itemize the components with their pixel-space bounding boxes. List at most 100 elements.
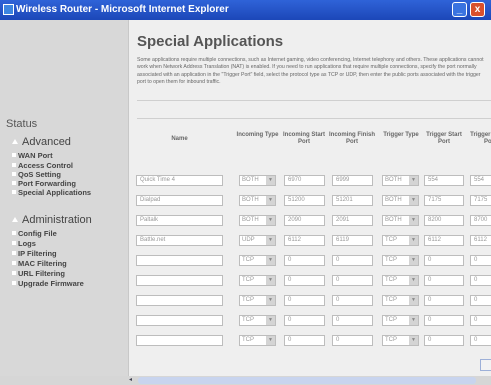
incoming-start-port-input[interactable]: 0	[284, 315, 325, 326]
trigger-type-select[interactable]: TCP ▼	[382, 315, 419, 326]
sidebar-advanced-heading[interactable]: Advanced	[12, 136, 71, 148]
close-button[interactable]: x	[470, 2, 485, 17]
app-name-input[interactable]: Paltalk	[136, 215, 223, 226]
incoming-type-select[interactable]: BOTH ▼	[239, 175, 276, 186]
horizontal-scrollbar[interactable]: ◂	[0, 376, 491, 385]
incoming-finish-port-input[interactable]: 6119	[332, 235, 373, 246]
trigger-finish-port-input[interactable]: 0	[470, 315, 491, 326]
incoming-type-select[interactable]: BOTH ▼	[239, 215, 276, 226]
app-name-input[interactable]	[136, 295, 223, 306]
app-name-input[interactable]: Dialpad	[136, 195, 223, 206]
trigger-start-port-input[interactable]: 8200	[424, 215, 464, 226]
incoming-start-port-input[interactable]: 0	[284, 335, 325, 346]
incoming-type-select[interactable]: TCP ▼	[239, 255, 276, 266]
sidebar-item-special-applications[interactable]: Special Applications	[12, 188, 91, 197]
incoming-type-select[interactable]: BOTH ▼	[239, 195, 276, 206]
trigger-type-select[interactable]: BOTH ▼	[382, 195, 419, 206]
app-name-input[interactable]	[136, 335, 223, 346]
trigger-start-port-input[interactable]: 0	[424, 255, 464, 266]
chevron-down-icon[interactable]: ▼	[409, 256, 418, 265]
trigger-finish-port-input[interactable]: 8700	[470, 215, 491, 226]
sidebar-item-config-file[interactable]: Config File	[12, 229, 57, 238]
incoming-type-select[interactable]: TCP ▼	[239, 275, 276, 286]
incoming-start-port-input[interactable]: 0	[284, 255, 325, 266]
incoming-finish-port-input[interactable]: 0	[332, 295, 373, 306]
incoming-finish-port-input[interactable]: 0	[332, 315, 373, 326]
incoming-finish-port-input[interactable]: 51201	[332, 195, 373, 206]
apply-button[interactable]	[480, 359, 491, 371]
trigger-start-port-input[interactable]: 0	[424, 335, 464, 346]
trigger-finish-port-input[interactable]: 6112	[470, 235, 491, 246]
sidebar-administration-heading[interactable]: Administration	[12, 214, 92, 226]
incoming-finish-port-input[interactable]: 0	[332, 275, 373, 286]
incoming-finish-port-input[interactable]: 6999	[332, 175, 373, 186]
chevron-down-icon[interactable]: ▼	[266, 336, 275, 345]
app-name-input[interactable]	[136, 255, 223, 266]
trigger-start-port-input[interactable]: 7175	[424, 195, 464, 206]
trigger-finish-port-input[interactable]: 0	[470, 255, 491, 266]
incoming-type-select[interactable]: TCP ▼	[239, 335, 276, 346]
sidebar-item-wan-port[interactable]: WAN Port	[12, 151, 53, 160]
chevron-down-icon[interactable]: ▼	[409, 196, 418, 205]
trigger-type-select[interactable]: TCP ▼	[382, 255, 419, 266]
minimize-button[interactable]: _	[452, 2, 467, 17]
app-name-input[interactable]	[136, 275, 223, 286]
incoming-finish-port-input[interactable]: 2091	[332, 215, 373, 226]
chevron-down-icon[interactable]: ▼	[409, 176, 418, 185]
app-name-input[interactable]: Quick Time 4	[136, 175, 223, 186]
sidebar-item-qos-setting[interactable]: QoS Setting	[12, 170, 61, 179]
trigger-type-select[interactable]: BOTH ▼	[382, 175, 419, 186]
sidebar-item-ip-filtering[interactable]: IP Filtering	[12, 249, 57, 258]
trigger-finish-port-input[interactable]: 554	[470, 175, 491, 186]
sidebar-item-logs[interactable]: Logs	[12, 239, 36, 248]
trigger-start-port-input[interactable]: 554	[424, 175, 464, 186]
chevron-down-icon[interactable]: ▼	[266, 196, 275, 205]
app-name-input[interactable]	[136, 315, 223, 326]
scroll-left-icon[interactable]: ◂	[129, 377, 136, 384]
incoming-type-select[interactable]: TCP ▼	[239, 315, 276, 326]
sidebar-item-port-forwarding[interactable]: Port Forwarding	[12, 179, 76, 188]
chevron-down-icon[interactable]: ▼	[266, 276, 275, 285]
sidebar-item-url-filtering[interactable]: URL Filtering	[12, 269, 65, 278]
chevron-down-icon[interactable]: ▼	[266, 176, 275, 185]
incoming-finish-port-input[interactable]: 0	[332, 335, 373, 346]
sidebar-item-access-control[interactable]: Access Control	[12, 161, 73, 170]
chevron-down-icon[interactable]: ▼	[266, 236, 275, 245]
incoming-start-port-input[interactable]: 6112	[284, 235, 325, 246]
sidebar-status[interactable]: Status	[6, 118, 37, 130]
chevron-down-icon[interactable]: ▼	[409, 236, 418, 245]
trigger-type-select[interactable]: TCP ▼	[382, 295, 419, 306]
chevron-down-icon[interactable]: ▼	[409, 216, 418, 225]
trigger-type-select[interactable]: TCP ▼	[382, 275, 419, 286]
trigger-finish-port-input[interactable]: 0	[470, 295, 491, 306]
chevron-down-icon[interactable]: ▼	[409, 276, 418, 285]
scrollbar-thumb[interactable]	[138, 377, 476, 384]
chevron-down-icon[interactable]: ▼	[266, 316, 275, 325]
incoming-type-select[interactable]: TCP ▼	[239, 295, 276, 306]
sidebar-item-upgrade-firmware[interactable]: Upgrade Firmware	[12, 279, 84, 288]
chevron-down-icon[interactable]: ▼	[266, 296, 275, 305]
trigger-type-select[interactable]: TCP ▼	[382, 235, 419, 246]
incoming-start-port-input[interactable]: 6970	[284, 175, 325, 186]
trigger-type-select[interactable]: BOTH ▼	[382, 215, 419, 226]
incoming-start-port-input[interactable]: 0	[284, 295, 325, 306]
chevron-down-icon[interactable]: ▼	[409, 316, 418, 325]
incoming-finish-port-input[interactable]: 0	[332, 255, 373, 266]
trigger-start-port-input[interactable]: 0	[424, 275, 464, 286]
chevron-down-icon[interactable]: ▼	[409, 336, 418, 345]
chevron-down-icon[interactable]: ▼	[409, 296, 418, 305]
incoming-start-port-input[interactable]: 0	[284, 275, 325, 286]
trigger-type-select[interactable]: TCP ▼	[382, 335, 419, 346]
trigger-finish-port-input[interactable]: 0	[470, 335, 491, 346]
incoming-start-port-input[interactable]: 2090	[284, 215, 325, 226]
trigger-finish-port-input[interactable]: 7175	[470, 195, 491, 206]
trigger-start-port-input[interactable]: 6112	[424, 235, 464, 246]
sidebar-item-mac-filtering[interactable]: MAC Filtering	[12, 259, 67, 268]
app-name-input[interactable]: Battle.net	[136, 235, 223, 246]
incoming-start-port-input[interactable]: 51200	[284, 195, 325, 206]
incoming-type-select[interactable]: UDP ▼	[239, 235, 276, 246]
chevron-down-icon[interactable]: ▼	[266, 256, 275, 265]
chevron-down-icon[interactable]: ▼	[266, 216, 275, 225]
trigger-start-port-input[interactable]: 0	[424, 295, 464, 306]
trigger-finish-port-input[interactable]: 0	[470, 275, 491, 286]
